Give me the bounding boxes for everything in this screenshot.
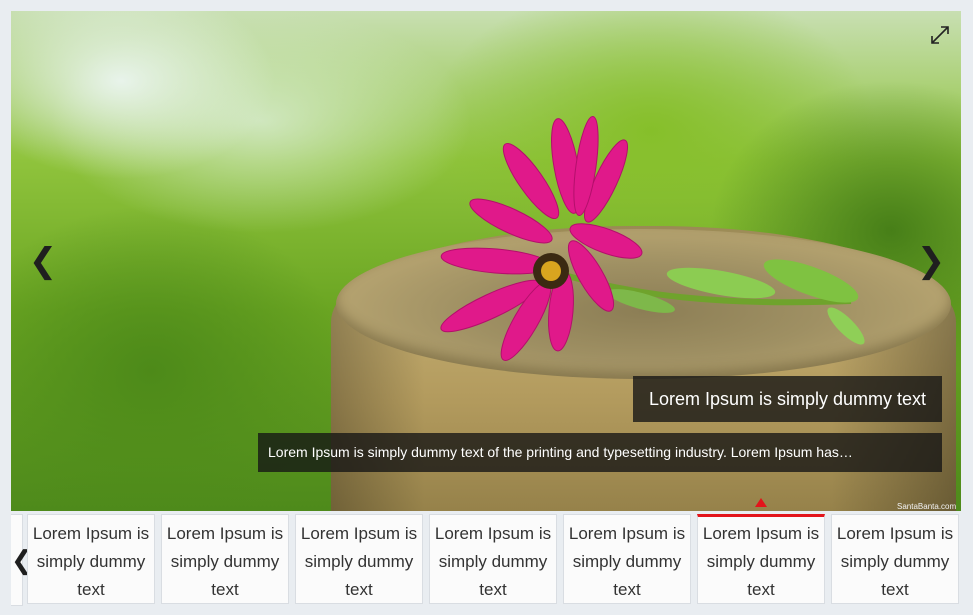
- thumbnail-item[interactable]: Lorem Ipsum is simply dummy text: [295, 514, 423, 604]
- slide-caption-description: Lorem Ipsum is simply dummy text of the …: [258, 433, 942, 472]
- slideshow-main-image: ❮ ❯ Lorem Ipsum is simply dummy text Lor…: [11, 11, 961, 511]
- thumbnail-label: Lorem Ipsum is simply dummy text: [166, 524, 284, 599]
- flower-image: [440, 115, 865, 361]
- next-slide-button[interactable]: ❯: [916, 241, 946, 281]
- thumbnail-label: Lorem Ipsum is simply dummy text: [32, 524, 150, 599]
- watermark: SantaBanta.com: [897, 502, 957, 511]
- active-thumb-pointer: [755, 498, 767, 507]
- thumbnail-item-active[interactable]: Lorem Ipsum is simply dummy text: [697, 514, 825, 604]
- prev-slide-button[interactable]: ❮: [28, 241, 58, 281]
- thumbnail-label: Lorem Ipsum is simply dummy text: [836, 524, 954, 599]
- chevron-left-icon: ❮: [28, 241, 58, 281]
- thumbnail-label: Lorem Ipsum is simply dummy text: [434, 524, 552, 599]
- thumbnail-item[interactable]: Lorem Ipsum is simply dummy text: [27, 514, 155, 604]
- thumbnail-label: Lorem Ipsum is simply dummy text: [300, 524, 418, 599]
- thumbnail-label: Lorem Ipsum is simply dummy text: [702, 524, 820, 599]
- thumbnail-strip: ❮ Lorem Ipsum is simply dummy text Lorem…: [11, 514, 961, 606]
- chevron-right-icon: ❯: [916, 241, 946, 281]
- fullscreen-icon[interactable]: [928, 21, 952, 47]
- thumbnail-item[interactable]: Lorem Ipsum is simply dummy text: [563, 514, 691, 604]
- slide-caption-title: Lorem Ipsum is simply dummy text: [633, 376, 942, 422]
- thumbnail-item[interactable]: Lorem Ipsum is simply dummy text: [429, 514, 557, 604]
- thumbnail-label: Lorem Ipsum is simply dummy text: [568, 524, 686, 599]
- thumbnail-item[interactable]: Lorem Ipsum is simply dummy text: [831, 514, 959, 604]
- thumbnail-item[interactable]: Lorem Ipsum is simply dummy text: [161, 514, 289, 604]
